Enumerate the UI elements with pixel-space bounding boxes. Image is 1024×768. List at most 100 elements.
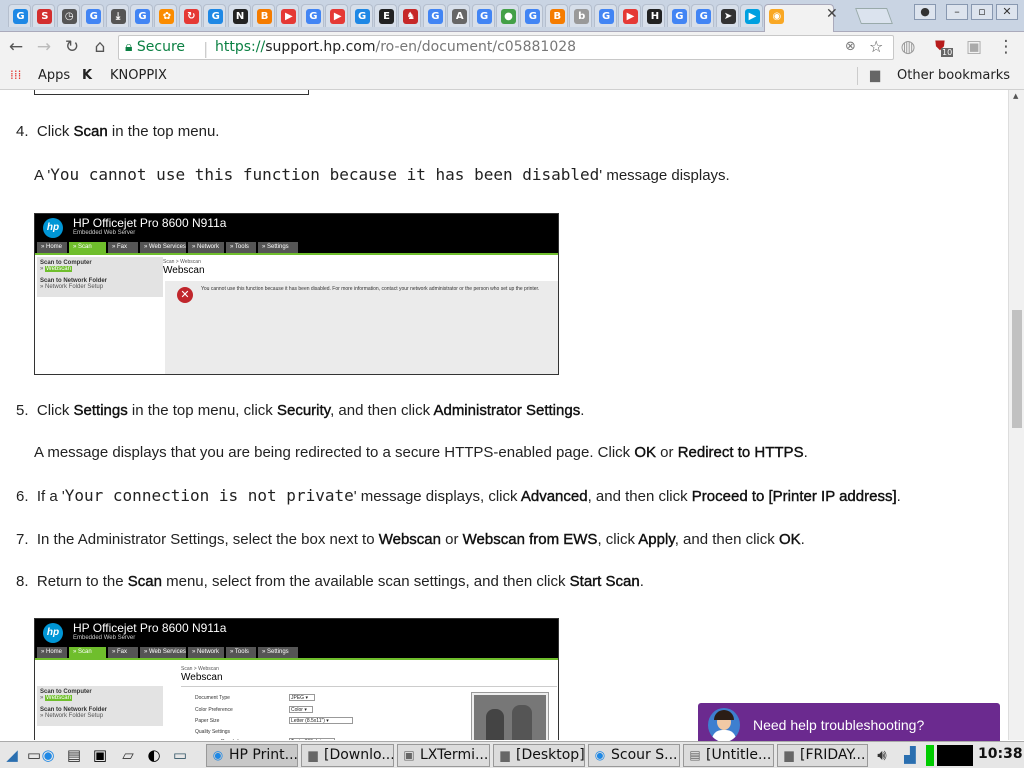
forward-icon[interactable]: → <box>34 37 54 57</box>
reload-icon[interactable]: ↻ <box>62 37 82 57</box>
extension-icon[interactable]: ▣ <box>964 37 984 57</box>
browser-tab[interactable]: N <box>227 4 251 27</box>
chromium-icon: ◉ <box>212 748 224 762</box>
hacker-news-icon: H <box>647 9 663 24</box>
scan-setting-label: Quality Settings <box>195 729 231 735</box>
browser-tab[interactable]: A <box>447 4 471 27</box>
scan-setting-select: Color ▾ <box>289 706 313 713</box>
taskbar-window-button[interactable]: ◉ Scour S... <box>588 744 680 767</box>
bookmark-star-icon[interactable]: ☆ <box>869 37 883 56</box>
bookmark-knoppix[interactable]: KNOPPIX <box>110 68 167 83</box>
address-bar[interactable]: 🔒︎ Secure | https://support.hp.com/ro-en… <box>118 35 894 60</box>
browser-tab[interactable]: b <box>569 4 593 27</box>
step-5-message: A message displays that you are being re… <box>34 444 808 461</box>
ews-tab: » Home <box>37 647 67 658</box>
terminal-icon[interactable]: ▣ <box>90 745 110 765</box>
folder-icon: ▆ <box>870 68 880 83</box>
taskbar-window-button[interactable]: ◉ HP Print... <box>206 744 298 767</box>
browser-tab[interactable]: B <box>544 4 568 27</box>
browser-tab[interactable]: ➤ <box>715 4 739 27</box>
browser-tab[interactable]: ● <box>496 4 519 27</box>
google-icon: G <box>427 9 443 24</box>
step-8: 8. Return to the Scan menu, select from … <box>16 573 644 590</box>
scrollbar-thumb[interactable] <box>1012 310 1022 428</box>
other-bookmarks[interactable]: Other bookmarks <box>897 68 1010 83</box>
browser-tab[interactable]: ▶ <box>740 4 763 27</box>
chat-prompt: Need help troubleshooting? <box>753 717 925 733</box>
browser-tab[interactable]: H <box>642 4 666 27</box>
browser-tab[interactable]: ▶ <box>618 4 641 27</box>
url-text[interactable]: https://support.hp.com/ro-en/document/c0… <box>215 39 576 55</box>
browser-tab[interactable]: ▶ <box>325 4 349 27</box>
chrome-icon: ◉ <box>769 9 785 24</box>
browser-tab[interactable]: G <box>300 4 324 27</box>
youtube-icon: ▶ <box>623 9 638 24</box>
gauge-icon: ◷ <box>61 9 77 24</box>
redirect-icon: ↻ <box>183 9 199 24</box>
folder-icon: ▆ <box>308 748 318 762</box>
browser-tab[interactable]: ◉ <box>764 4 835 32</box>
profile-button[interactable]: ● <box>914 4 936 20</box>
back-icon[interactable]: ← <box>6 37 26 57</box>
taskbar-window-button[interactable]: ▆ [Desktop] <box>493 744 585 767</box>
desktop-icon[interactable]: ▭ <box>170 745 190 765</box>
taskbar: ◢ ▭ ◉ ▤ ▣ ▱ ◐ ▭ ◉ HP Print... ▆ [Downlo... ▣… <box>0 741 1024 768</box>
apps-grid-icon[interactable]: ⁞⁞⁞ <box>10 68 21 82</box>
scan-setting-label: Document Type <box>195 695 230 701</box>
browser-tab[interactable]: G <box>593 4 617 27</box>
s-app-icon: S <box>37 9 53 24</box>
volume-icon[interactable]: 🔊︎ <box>872 745 892 765</box>
browser-tab[interactable]: G <box>666 4 690 27</box>
browser-tab[interactable]: G <box>203 4 227 27</box>
taskbar-window-button[interactable]: ▤ [Untitle... <box>683 744 774 767</box>
browser-tab[interactable]: G <box>422 4 446 27</box>
maximize-button[interactable]: ▫ <box>971 4 993 20</box>
browser-tab[interactable]: G <box>8 4 31 27</box>
browser-tab[interactable]: G <box>81 4 105 27</box>
browser-tab[interactable]: ▶ <box>276 4 300 27</box>
menu-icon[interactable]: ⋮ <box>996 37 1016 57</box>
browser-tab[interactable]: E <box>374 4 397 27</box>
google-icon: G <box>598 9 614 24</box>
clock: 10:38 <box>978 746 1023 762</box>
scan-setting-label: Paper Size <box>195 718 220 724</box>
browser-tab[interactable]: ♞ <box>398 4 422 27</box>
browser-tab[interactable]: G <box>520 4 544 27</box>
close-tab-icon[interactable]: ✕ <box>826 6 838 22</box>
browser-tab[interactable]: ◷ <box>56 4 80 27</box>
scroll-up-icon[interactable]: ▲ <box>1013 92 1018 100</box>
browser-tab[interactable]: S <box>32 4 56 27</box>
browser-tab[interactable]: G <box>471 4 495 27</box>
app-icon[interactable]: ◐ <box>144 745 164 765</box>
taskbar-window-button[interactable]: ▆ [FRIDAY... <box>777 744 868 767</box>
tab-strip: G S ◷ G ⤓ G ✿ ↻ G N B ▶ G ▶ G E ♞ G A G ● G Bb G ▶ H G G ➤ ▶ ◉ ✕ ● – ▫… <box>0 0 1024 32</box>
file-manager-icon[interactable]: ▤ <box>64 745 84 765</box>
scan-preview-image <box>471 692 549 740</box>
new-tab-button[interactable] <box>855 8 893 24</box>
page-scrollbar[interactable]: ▲ <box>1008 90 1024 740</box>
extension-globe-icon[interactable]: ◍ <box>898 37 918 57</box>
close-window-button[interactable]: ✕ <box>996 4 1018 20</box>
taskbar-window-button[interactable]: ▣ LXTermi... <box>397 744 490 767</box>
hp-logo-icon: hp <box>43 218 63 238</box>
browser-tab[interactable]: G <box>691 4 715 27</box>
browser-tab[interactable]: ✿ <box>154 4 178 27</box>
bookmark-apps[interactable]: Apps <box>38 68 70 83</box>
home-icon[interactable]: ⌂ <box>90 37 110 57</box>
step-7: 7. In the Administrator Settings, select… <box>16 531 805 548</box>
bookmarks-bar: ⁞⁞⁞ Apps K KNOPPIX ▆ Other bookmarks <box>0 62 1024 90</box>
chromium-icon[interactable]: ◉ <box>38 745 58 765</box>
browser-tab[interactable]: ⤓ <box>105 4 129 27</box>
taskbar-window-button[interactable]: ▆ [Downlo... <box>301 744 394 767</box>
menu-launcher-icon[interactable]: ◢ <box>2 745 22 765</box>
browser-tab[interactable]: G <box>349 4 373 27</box>
minimize-button[interactable]: – <box>946 4 968 20</box>
browser-tab[interactable]: ↻ <box>178 4 202 27</box>
camera-blocked-icon[interactable]: ⊗ <box>845 39 856 54</box>
network-signal-icon[interactable]: ▟ <box>900 745 920 765</box>
browser-tab[interactable]: B <box>252 4 275 27</box>
ews-tab: » Home <box>37 242 67 253</box>
browser-tab[interactable]: G <box>130 4 153 27</box>
text-editor-icon[interactable]: ▱ <box>118 745 138 765</box>
secure-indicator[interactable]: 🔒︎ Secure <box>125 39 185 55</box>
